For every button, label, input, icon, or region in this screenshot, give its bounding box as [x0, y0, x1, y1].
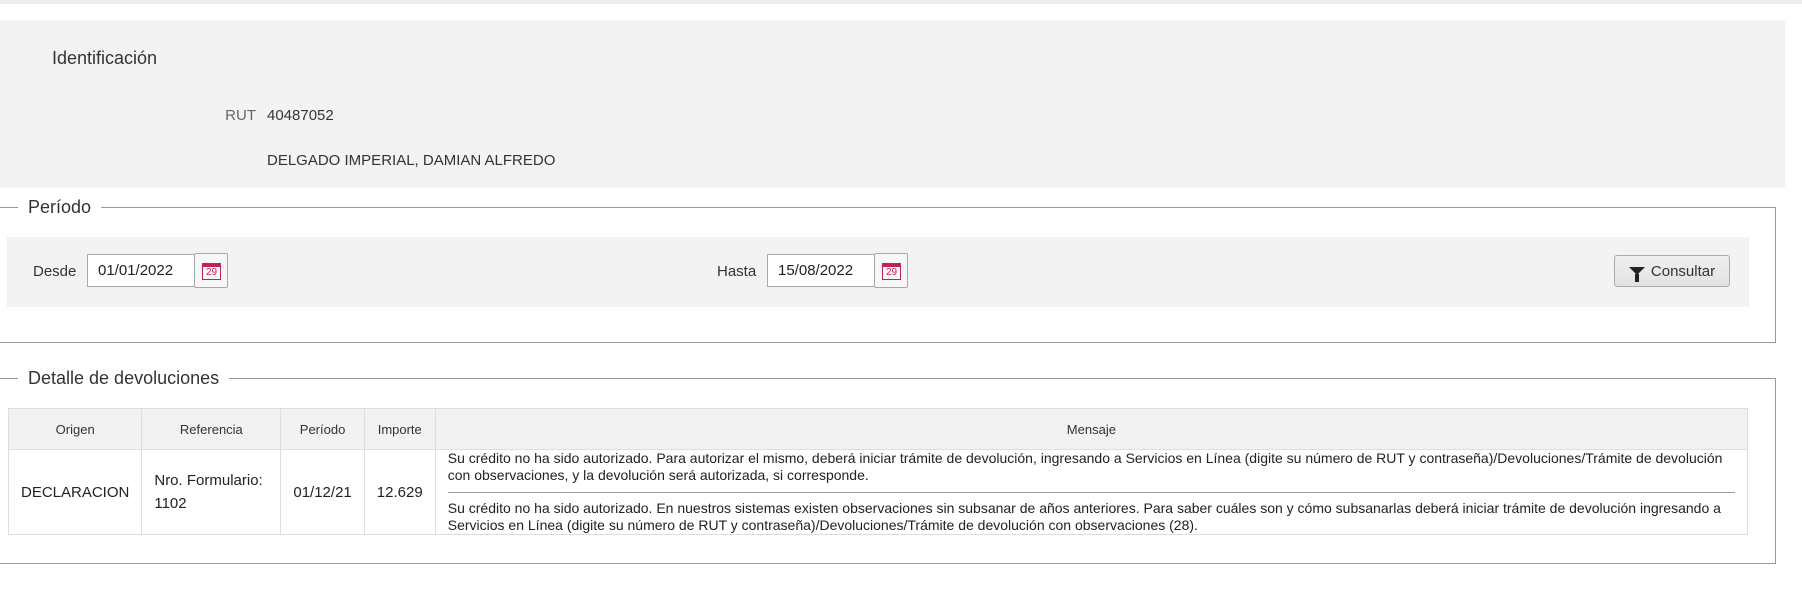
filter-icon: [1628, 267, 1645, 282]
hasta-date-input[interactable]: [767, 254, 875, 287]
referencia-line-2: 1102: [154, 495, 187, 512]
consultar-label: Consultar: [1650, 262, 1716, 280]
mensaje-divider: [447, 492, 1735, 493]
referencia-line-1: Nro. Formulario:: [154, 472, 263, 489]
cell-importe: 12.629: [363, 449, 436, 535]
column-header-periodo[interactable]: Período: [280, 408, 365, 450]
mensaje-2: Su crédito no ha sido autorizado. En nue…: [447, 500, 1721, 533]
table-header-row: Origen Referencia Período Importe Mensaj…: [7, 408, 1749, 450]
devoluciones-table: Origen Referencia Período Importe Mensaj…: [7, 408, 1749, 535]
hasta-label: Hasta: [717, 263, 757, 280]
periodo-legend: Período: [28, 197, 92, 217]
cell-mensaje: Su crédito no ha sido autorizado. Para a…: [434, 449, 1749, 535]
hasta-calendar-button[interactable]: 29: [874, 253, 908, 288]
column-header-origen[interactable]: Origen: [7, 408, 143, 450]
desde-label: Desde: [33, 263, 77, 280]
column-header-referencia[interactable]: Referencia: [141, 408, 282, 450]
identification-title: Identificación: [52, 48, 158, 68]
desde-date-input[interactable]: [87, 254, 195, 287]
column-header-importe[interactable]: Importe: [363, 408, 436, 450]
cell-referencia: Nro. Formulario: 1102: [141, 449, 282, 535]
cell-origen: DECLARACION: [7, 449, 143, 535]
calendar-icon: 29: [882, 263, 901, 280]
mensaje-1: Su crédito no ha sido autorizado. Para a…: [447, 450, 1723, 483]
identification-panel: Identificación RUT 40487052 DELGADO IMPE…: [0, 20, 1785, 188]
top-bar: [0, 0, 1802, 4]
desde-calendar-button[interactable]: 29: [194, 253, 228, 288]
rut-label: RUT: [225, 107, 256, 124]
detalle-legend: Detalle de devoluciones: [28, 368, 220, 388]
taxpayer-name: DELGADO IMPERIAL, DAMIAN ALFREDO: [267, 152, 556, 169]
calendar-icon: 29: [202, 263, 221, 280]
period-filter-bar: Desde 29 Hasta 29: [7, 237, 1749, 307]
cell-periodo: 01/12/21: [280, 449, 365, 535]
column-header-mensaje[interactable]: Mensaje: [434, 408, 1749, 450]
table-row: DECLARACION Nro. Formulario: 1102 01/12/…: [7, 449, 1749, 535]
consultar-button[interactable]: Consultar: [1614, 255, 1730, 287]
rut-value: 40487052: [267, 107, 334, 124]
